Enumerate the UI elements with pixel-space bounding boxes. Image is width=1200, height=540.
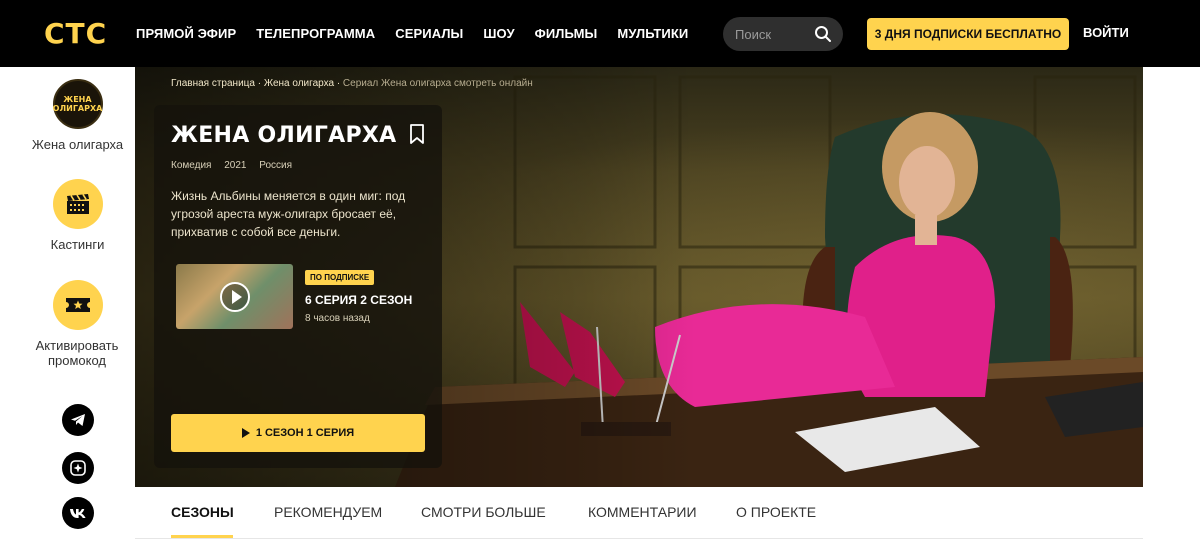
sidebar-item-castings[interactable]: Кастинги	[0, 179, 155, 252]
country: Россия	[259, 160, 293, 171]
nav-series[interactable]: СЕРИАЛЫ	[395, 26, 463, 41]
show-meta: Комедия 2021 Россия	[171, 160, 302, 171]
star-icon[interactable]	[62, 452, 94, 484]
login-link[interactable]: ВОЙТИ	[1083, 25, 1129, 40]
breadcrumb-show[interactable]: Жена олигарха	[264, 78, 334, 89]
ticket-icon	[52, 280, 103, 330]
latest-episode-thumbnail[interactable]	[176, 264, 293, 329]
show-logo-text-line1: ЖЕНА	[63, 95, 92, 104]
tabs-divider	[135, 538, 1143, 539]
telegram-icon[interactable]	[62, 404, 94, 436]
breadcrumb-home[interactable]: Главная страница	[171, 78, 255, 89]
free-subscription-button[interactable]: 3 ДНЯ ПОДПИСКИ БЕСПЛАТНО	[867, 18, 1069, 50]
watch-button-label: 1 СЕЗОН 1 СЕРИЯ	[255, 427, 355, 439]
tab-recommended[interactable]: РЕКОМЕНДУЕМ	[274, 504, 382, 520]
search-input[interactable]	[735, 17, 815, 51]
tab-watch-more[interactable]: СМОТРИ БОЛЬШЕ	[421, 504, 546, 520]
tab-seasons[interactable]: СЕЗОНЫ	[171, 504, 234, 520]
sidebar-item-promocode[interactable]: Активировать промокод	[0, 280, 155, 368]
show-logo-text-line2: ОЛИГАРХА	[52, 104, 103, 113]
search-icon[interactable]	[814, 25, 832, 43]
content-tabs: СЕЗОНЫ РЕКОМЕНДУЕМ СМОТРИ БОЛЬШЕ КОММЕНТ…	[135, 487, 1143, 540]
show-logo-icon: ЖЕНА ОЛИГАРХА	[52, 79, 103, 129]
breadcrumb-current: Сериал Жена олигарха смотреть онлайн	[342, 78, 533, 89]
nav-shows[interactable]: ШОУ	[483, 26, 514, 41]
tab-comments[interactable]: КОММЕНТАРИИ	[588, 504, 697, 520]
breadcrumb: Главная страница · Жена олигарха · Сериа…	[171, 78, 533, 89]
sts-logo[interactable]: СТС	[44, 18, 107, 50]
year: 2021	[224, 160, 247, 171]
genre: Комедия	[171, 160, 212, 171]
show-info-card: ЖЕНА ОЛИГАРХА Комедия 2021 Россия Жизнь …	[154, 105, 442, 468]
play-triangle-icon	[241, 428, 250, 438]
watch-button[interactable]: 1 СЕЗОН 1 СЕРИЯ	[171, 414, 425, 452]
left-sidebar: ЖЕНА ОЛИГАРХА Жена олигарха Кастинги Акт…	[0, 67, 135, 540]
bookmark-icon[interactable]	[409, 123, 425, 145]
show-description: Жизнь Альбины меняется в один миг: под у…	[171, 189, 406, 239]
nav-movies[interactable]: ФИЛЬМЫ	[535, 26, 598, 41]
clapperboard-icon	[52, 179, 103, 229]
sidebar-item-label: Активировать промокод	[35, 338, 119, 368]
latest-episode-time: 8 часов назад	[305, 313, 370, 324]
top-header: СТС ПРЯМОЙ ЭФИР ТЕЛЕПРОГРАММА СЕРИАЛЫ ШО…	[0, 0, 1200, 67]
nav-live[interactable]: ПРЯМОЙ ЭФИР	[136, 26, 236, 41]
search-box	[723, 17, 843, 51]
nav-cartoons[interactable]: МУЛЬТИКИ	[617, 26, 688, 41]
subscription-badge: ПО ПОДПИСКЕ	[305, 270, 375, 285]
hero-banner: Главная страница · Жена олигарха · Сериа…	[135, 67, 1143, 487]
nav-tv-guide[interactable]: ТЕЛЕПРОГРАММА	[256, 26, 375, 41]
tab-about[interactable]: О ПРОЕКТЕ	[736, 504, 816, 520]
sidebar-item-show[interactable]: ЖЕНА ОЛИГАРХА Жена олигарха	[0, 79, 155, 152]
sidebar-item-label: Жена олигарха	[31, 137, 124, 152]
sidebar-item-label: Кастинги	[50, 237, 105, 252]
vk-icon[interactable]	[62, 497, 94, 529]
play-icon[interactable]	[220, 282, 250, 312]
page-title: ЖЕНА ОЛИГАРХА	[171, 123, 397, 148]
main-nav: ПРЯМОЙ ЭФИР ТЕЛЕПРОГРАММА СЕРИАЛЫ ШОУ ФИ…	[136, 0, 708, 67]
latest-episode-title[interactable]: 6 СЕРИЯ 2 СЕЗОН	[305, 293, 412, 307]
